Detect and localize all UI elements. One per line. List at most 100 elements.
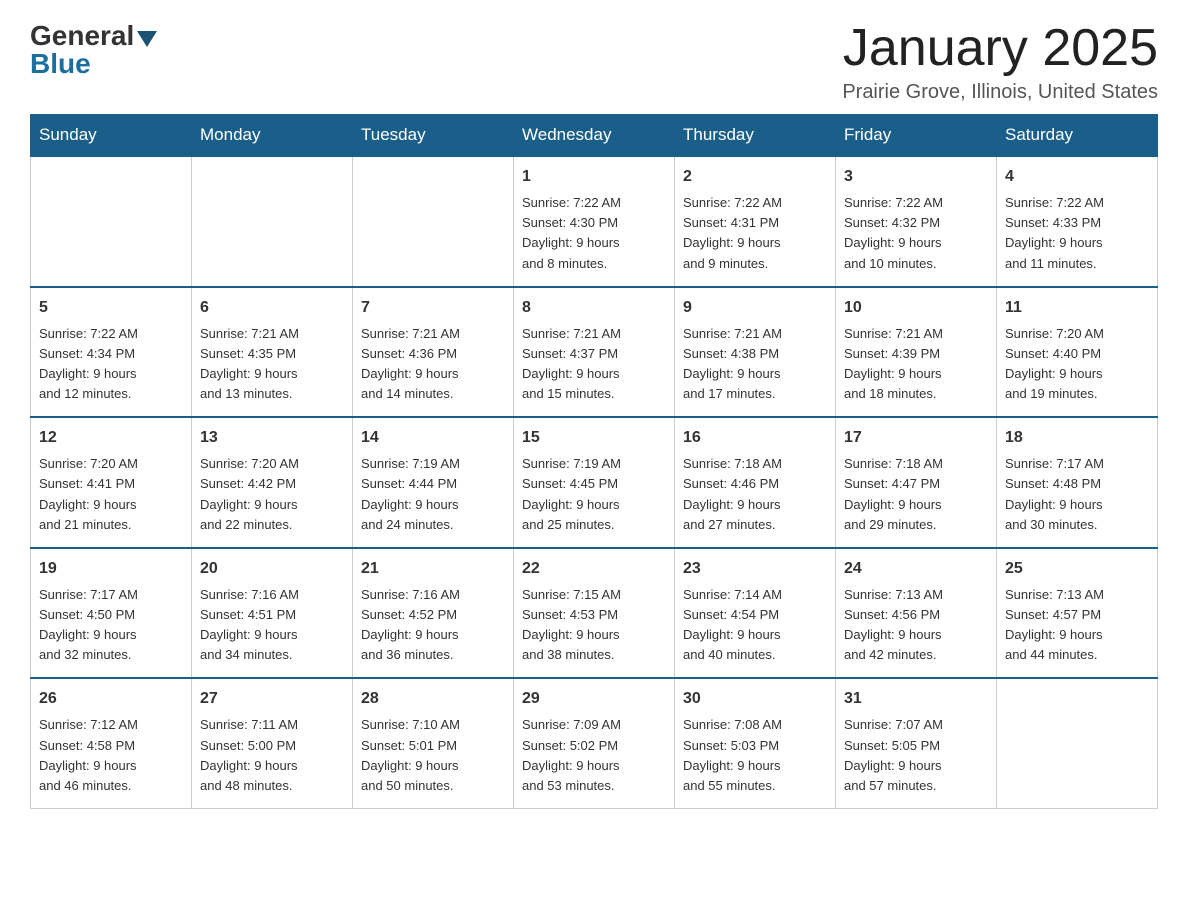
day-info: Sunrise: 7:12 AMSunset: 4:58 PMDaylight:… <box>39 715 183 796</box>
day-number: 2 <box>683 165 827 189</box>
calendar-cell <box>192 156 353 287</box>
location-text: Prairie Grove, Illinois, United States <box>842 81 1158 104</box>
header-day-saturday: Saturday <box>997 115 1158 157</box>
header-day-thursday: Thursday <box>675 115 836 157</box>
calendar-cell: 5Sunrise: 7:22 AMSunset: 4:34 PMDaylight… <box>31 287 192 418</box>
calendar-cell <box>353 156 514 287</box>
calendar-cell: 29Sunrise: 7:09 AMSunset: 5:02 PMDayligh… <box>514 678 675 808</box>
calendar-cell: 17 Sunrise: 7:18 AMSunset: 4:47 PMDayligh… <box>836 417 997 548</box>
calendar-cell: 2 Sunrise: 7:22 AMSunset: 4:31 PMDaylight… <box>675 156 836 287</box>
title-section: January 2025 Prairie Grove, Illinois, Un… <box>842 20 1158 104</box>
month-title: January 2025 <box>842 20 1158 77</box>
day-number: 4 <box>1005 165 1149 189</box>
day-info: Sunrise: 7:16 AMSunset: 4:52 PMDaylight:… <box>361 585 505 666</box>
day-number: 16 <box>683 426 827 450</box>
day-number: 10 <box>844 296 988 320</box>
day-info: Sunrise: 7:15 AMSunset: 4:53 PMDaylight:… <box>522 585 666 666</box>
day-info: Sunrise: 7:22 AMSunset: 4:30 PMDaylight:… <box>522 193 666 274</box>
calendar-cell: 31 Sunrise: 7:07 AMSunset: 5:05 PMDayligh… <box>836 678 997 808</box>
day-info: Sunrise: 7:18 AMSunset: 4:46 PMDaylight:… <box>683 454 827 535</box>
day-number: 7 <box>361 296 505 320</box>
calendar-cell: 14Sunrise: 7:19 AMSunset: 4:44 PMDayligh… <box>353 417 514 548</box>
calendar-cell: 21 Sunrise: 7:16 AMSunset: 4:52 PMDayligh… <box>353 548 514 679</box>
calendar-cell: 13 Sunrise: 7:20 AMSunset: 4:42 PMDayligh… <box>192 417 353 548</box>
calendar-cell: 12 Sunrise: 7:20 AMSunset: 4:41 PMDayligh… <box>31 417 192 548</box>
day-number: 19 <box>39 557 183 581</box>
calendar-body: 1 Sunrise: 7:22 AMSunset: 4:30 PMDaylight… <box>31 156 1158 808</box>
calendar-cell: 7Sunrise: 7:21 AMSunset: 4:36 PMDaylight… <box>353 287 514 418</box>
day-number: 30 <box>683 687 827 711</box>
day-info: Sunrise: 7:21 AMSunset: 4:38 PMDaylight:… <box>683 324 827 405</box>
calendar-cell: 22 Sunrise: 7:15 AMSunset: 4:53 PMDayligh… <box>514 548 675 679</box>
day-info: Sunrise: 7:20 AMSunset: 4:41 PMDaylight:… <box>39 454 183 535</box>
calendar-cell: 3 Sunrise: 7:22 AMSunset: 4:32 PMDaylight… <box>836 156 997 287</box>
day-number: 12 <box>39 426 183 450</box>
day-info: Sunrise: 7:11 AMSunset: 5:00 PMDaylight:… <box>200 715 344 796</box>
day-info: Sunrise: 7:22 AMSunset: 4:34 PMDaylight:… <box>39 324 183 405</box>
day-number: 23 <box>683 557 827 581</box>
day-number: 18 <box>1005 426 1149 450</box>
day-info: Sunrise: 7:17 AMSunset: 4:50 PMDaylight:… <box>39 585 183 666</box>
logo: General Blue <box>30 20 157 80</box>
day-info: Sunrise: 7:18 AMSunset: 4:47 PMDaylight:… <box>844 454 988 535</box>
page-header: General Blue January 2025 Prairie Grove,… <box>30 20 1158 104</box>
day-info: Sunrise: 7:14 AMSunset: 4:54 PMDaylight:… <box>683 585 827 666</box>
header-row: SundayMondayTuesdayWednesdayThursdayFrid… <box>31 115 1158 157</box>
day-number: 17 <box>844 426 988 450</box>
day-info: Sunrise: 7:16 AMSunset: 4:51 PMDaylight:… <box>200 585 344 666</box>
week-row-1: 1 Sunrise: 7:22 AMSunset: 4:30 PMDaylight… <box>31 156 1158 287</box>
day-info: Sunrise: 7:21 AMSunset: 4:37 PMDaylight:… <box>522 324 666 405</box>
day-info: Sunrise: 7:09 AMSunset: 5:02 PMDaylight:… <box>522 715 666 796</box>
day-number: 25 <box>1005 557 1149 581</box>
day-number: 26 <box>39 687 183 711</box>
calendar-cell: 27 Sunrise: 7:11 AMSunset: 5:00 PMDayligh… <box>192 678 353 808</box>
calendar-cell <box>31 156 192 287</box>
day-number: 31 <box>844 687 988 711</box>
day-number: 22 <box>522 557 666 581</box>
day-info: Sunrise: 7:22 AMSunset: 4:32 PMDaylight:… <box>844 193 988 274</box>
day-info: Sunrise: 7:21 AMSunset: 4:39 PMDaylight:… <box>844 324 988 405</box>
week-row-3: 12 Sunrise: 7:20 AMSunset: 4:41 PMDayligh… <box>31 417 1158 548</box>
day-number: 28 <box>361 687 505 711</box>
day-number: 20 <box>200 557 344 581</box>
logo-blue-text: Blue <box>30 48 91 80</box>
day-number: 24 <box>844 557 988 581</box>
calendar-cell: 1 Sunrise: 7:22 AMSunset: 4:30 PMDaylight… <box>514 156 675 287</box>
calendar-cell: 6Sunrise: 7:21 AMSunset: 4:35 PMDaylight… <box>192 287 353 418</box>
calendar-cell: 25Sunrise: 7:13 AMSunset: 4:57 PMDayligh… <box>997 548 1158 679</box>
calendar-cell: 8 Sunrise: 7:21 AMSunset: 4:37 PMDaylight… <box>514 287 675 418</box>
day-info: Sunrise: 7:07 AMSunset: 5:05 PMDaylight:… <box>844 715 988 796</box>
day-info: Sunrise: 7:10 AMSunset: 5:01 PMDaylight:… <box>361 715 505 796</box>
calendar-cell: 20 Sunrise: 7:16 AMSunset: 4:51 PMDayligh… <box>192 548 353 679</box>
day-info: Sunrise: 7:19 AMSunset: 4:44 PMDaylight:… <box>361 454 505 535</box>
day-info: Sunrise: 7:21 AMSunset: 4:35 PMDaylight:… <box>200 324 344 405</box>
day-number: 8 <box>522 296 666 320</box>
calendar-cell: 10 Sunrise: 7:21 AMSunset: 4:39 PMDayligh… <box>836 287 997 418</box>
day-number: 13 <box>200 426 344 450</box>
day-info: Sunrise: 7:20 AMSunset: 4:40 PMDaylight:… <box>1005 324 1149 405</box>
calendar-cell: 16 Sunrise: 7:18 AMSunset: 4:46 PMDayligh… <box>675 417 836 548</box>
day-number: 27 <box>200 687 344 711</box>
header-day-friday: Friday <box>836 115 997 157</box>
day-number: 15 <box>522 426 666 450</box>
calendar-cell: 18 Sunrise: 7:17 AMSunset: 4:48 PMDayligh… <box>997 417 1158 548</box>
day-info: Sunrise: 7:17 AMSunset: 4:48 PMDaylight:… <box>1005 454 1149 535</box>
day-info: Sunrise: 7:08 AMSunset: 5:03 PMDaylight:… <box>683 715 827 796</box>
day-number: 11 <box>1005 296 1149 320</box>
calendar-cell: 24Sunrise: 7:13 AMSunset: 4:56 PMDayligh… <box>836 548 997 679</box>
day-number: 21 <box>361 557 505 581</box>
calendar-cell <box>997 678 1158 808</box>
calendar-cell: 23 Sunrise: 7:14 AMSunset: 4:54 PMDayligh… <box>675 548 836 679</box>
logo-triangle-icon <box>137 31 157 47</box>
calendar-cell: 4Sunrise: 7:22 AMSunset: 4:33 PMDaylight… <box>997 156 1158 287</box>
calendar-cell: 26 Sunrise: 7:12 AMSunset: 4:58 PMDayligh… <box>31 678 192 808</box>
day-number: 1 <box>522 165 666 189</box>
day-info: Sunrise: 7:22 AMSunset: 4:31 PMDaylight:… <box>683 193 827 274</box>
day-number: 3 <box>844 165 988 189</box>
day-info: Sunrise: 7:20 AMSunset: 4:42 PMDaylight:… <box>200 454 344 535</box>
calendar-cell: 28 Sunrise: 7:10 AMSunset: 5:01 PMDayligh… <box>353 678 514 808</box>
calendar-header: SundayMondayTuesdayWednesdayThursdayFrid… <box>31 115 1158 157</box>
calendar-cell: 15Sunrise: 7:19 AMSunset: 4:45 PMDayligh… <box>514 417 675 548</box>
day-number: 9 <box>683 296 827 320</box>
header-day-sunday: Sunday <box>31 115 192 157</box>
